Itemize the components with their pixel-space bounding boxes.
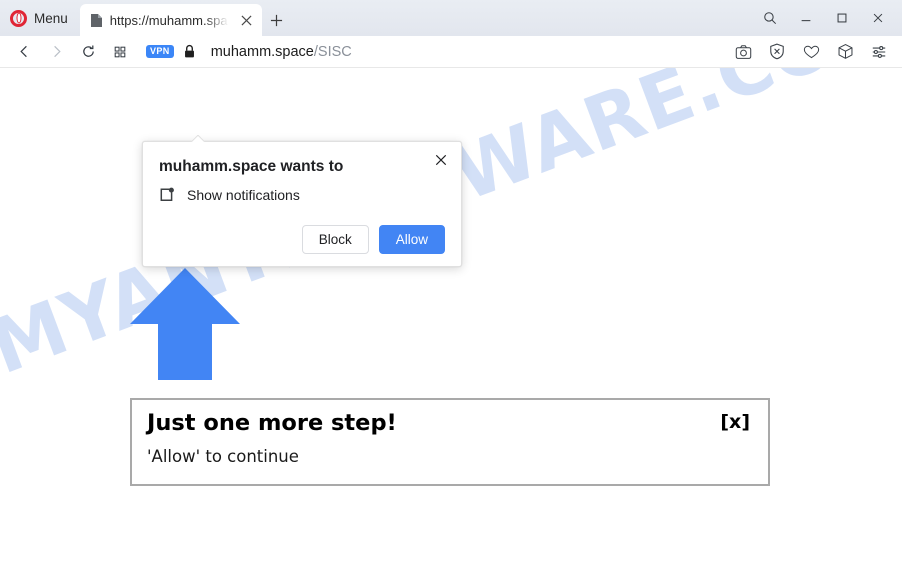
minimize-icon[interactable] (788, 3, 824, 33)
tab-title: https://muhamm.spa (109, 12, 228, 28)
window-controls (752, 0, 902, 36)
content-box-header: Just one more step! [x] (147, 410, 750, 436)
opera-browser-window: Menu https://muhamm.spa VPN muhamm.space… (0, 0, 902, 565)
speed-dial-icon[interactable] (104, 38, 136, 66)
opera-menu-button[interactable]: Menu (0, 0, 80, 36)
menu-button-label: Menu (34, 10, 68, 26)
snapshot-icon[interactable] (728, 38, 758, 66)
blue-up-arrow-icon (130, 268, 240, 380)
search-icon[interactable] (752, 3, 788, 33)
browser-tab[interactable]: https://muhamm.spa (79, 4, 262, 36)
url-path: /SISC (313, 43, 352, 60)
new-tab-button[interactable] (262, 4, 292, 36)
dialog-close-icon[interactable] (431, 150, 451, 170)
tab-strip: Menu https://muhamm.spa (0, 0, 902, 36)
cube-icon[interactable] (830, 38, 860, 66)
url-host: muhamm.space (210, 43, 314, 60)
address-bar[interactable]: VPN muhamm.space/SISC (146, 38, 728, 66)
ad-blocker-shield-icon[interactable] (762, 38, 792, 66)
tab-close-icon[interactable] (238, 11, 256, 29)
dialog-title: muhamm.space wants to (159, 158, 344, 175)
page-close-button[interactable]: [x] (720, 413, 750, 432)
allow-button[interactable]: Allow (378, 224, 445, 255)
address-toolbar: VPN muhamm.space/SISC (0, 36, 902, 68)
close-icon[interactable] (860, 3, 896, 33)
notification-permission-dialog: muhamm.space wants to Show notifications… (142, 141, 462, 268)
page-viewport: MYANTISPYWARE.COM Just one more step! [x… (0, 68, 902, 565)
page-icon (90, 13, 103, 28)
permission-label: Show notifications (187, 186, 300, 203)
notification-badge-icon (159, 187, 175, 203)
vpn-badge[interactable]: VPN (146, 45, 174, 58)
dialog-pointer-tail (191, 135, 205, 142)
maximize-icon[interactable] (824, 3, 860, 33)
page-title: Just one more step! (147, 410, 397, 436)
block-button[interactable]: Block (301, 224, 369, 255)
forward-arrow-icon[interactable] (40, 38, 72, 66)
heart-icon[interactable] (796, 38, 826, 66)
opera-logo-icon (10, 9, 27, 27)
page-subtitle: 'Allow' to continue (147, 446, 299, 466)
url-text: muhamm.space/SISC (211, 44, 352, 60)
permission-row: Show notifications (159, 187, 445, 203)
lock-icon[interactable] (183, 44, 196, 59)
back-arrow-icon[interactable] (8, 38, 40, 66)
easy-setup-sliders-icon[interactable] (864, 38, 894, 66)
dialog-actions: Block Allow (159, 224, 445, 255)
page-content-box: Just one more step! [x] 'Allow' to conti… (130, 398, 770, 486)
reload-icon[interactable] (72, 38, 104, 66)
toolbar-right-icons (728, 38, 894, 66)
